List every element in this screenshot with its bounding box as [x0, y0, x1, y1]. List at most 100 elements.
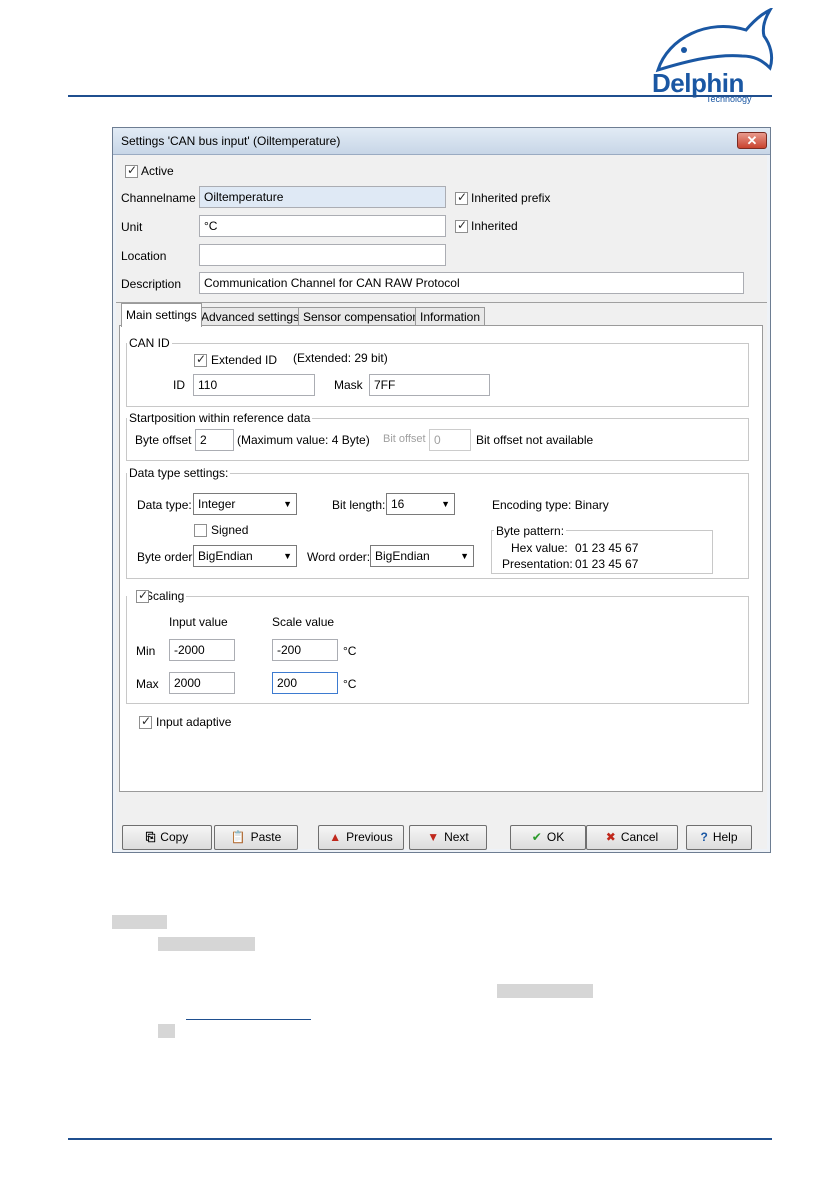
paste-label: Paste: [250, 830, 282, 844]
byte-offset-input[interactable]: 2: [195, 429, 234, 451]
startposition-title: Startposition within reference data: [127, 411, 313, 425]
placeholder-block: [158, 937, 255, 951]
bit-offset-input: 0: [429, 429, 471, 451]
title-bar: Settings 'CAN bus input' (Oiltemperature…: [113, 128, 770, 155]
min-label: Min: [136, 644, 156, 658]
max-input-value[interactable]: 2000: [169, 672, 235, 694]
tab-advanced-settings[interactable]: Advanced settings: [196, 307, 305, 326]
inherited-prefix-label: Inherited prefix: [471, 191, 551, 205]
data-type-label: Data type:: [137, 498, 192, 512]
byte-pattern-group: Byte pattern: Hex value: 01 23 45 67 Pre…: [491, 524, 713, 574]
check-icon: ✓: [457, 190, 468, 204]
byte-offset-label: Byte offset: [135, 433, 192, 447]
cancel-button[interactable]: ✖ Cancel: [586, 825, 678, 850]
byte-pattern-title: Byte pattern:: [494, 524, 567, 538]
mask-input[interactable]: 7FF: [369, 374, 490, 396]
scaling-group: Scaling ✓ Input value Scale value Min -2…: [126, 588, 749, 704]
extended-id-label: Extended ID: [211, 353, 278, 367]
min-input-value[interactable]: -2000: [169, 639, 235, 661]
help-label: Help: [712, 830, 738, 844]
can-id-title: CAN ID: [127, 336, 172, 350]
unit-input[interactable]: °C: [199, 215, 446, 237]
signed-label: Signed: [211, 523, 249, 537]
bit-offset-label: Bit offset: [383, 433, 426, 445]
id-input[interactable]: 110: [193, 374, 315, 396]
tab-main-settings[interactable]: Main settings: [121, 303, 202, 327]
dialog-client: ✓ Active Channelname Oiltemperature ✓ In…: [116, 155, 767, 850]
chevron-down-icon: ▼: [460, 551, 469, 561]
presentation-value: 01 23 45 67: [575, 557, 639, 571]
startposition-group: Startposition within reference data Byte…: [126, 411, 749, 461]
min-unit: °C: [343, 644, 357, 658]
encoding-type: Encoding type: Binary: [492, 498, 609, 512]
extended-note: (Extended: 29 bit): [293, 351, 388, 365]
input-adaptive-checkbox[interactable]: ✓: [139, 714, 152, 729]
inherited-prefix-checkbox[interactable]: ✓: [455, 190, 468, 205]
byte-order-select[interactable]: BigEndian ▼: [193, 545, 297, 567]
chevron-down-icon: ▼: [441, 499, 450, 509]
description-input[interactable]: Communication Channel for CAN RAW Protoc…: [199, 272, 744, 294]
hex-value: 01 23 45 67: [575, 541, 639, 555]
placeholder-block: [497, 984, 593, 998]
max-scale-value[interactable]: 200: [272, 672, 338, 694]
tab-information[interactable]: Information: [415, 307, 486, 326]
channelname-input[interactable]: Oiltemperature: [199, 186, 446, 208]
chevron-down-icon: ▼: [283, 551, 292, 561]
question-icon: ?: [700, 830, 708, 844]
data-type-group: Data type settings: Data type: Integer ▼ …: [126, 466, 749, 579]
settings-dialog: Settings 'CAN bus input' (Oiltemperature…: [112, 127, 771, 853]
word-order-select[interactable]: BigEndian ▼: [370, 545, 474, 567]
link-underline: [186, 1019, 311, 1020]
unit-label: Unit: [121, 220, 143, 234]
arrow-down-icon: ▼: [427, 830, 440, 844]
active-checkbox[interactable]: ✓: [125, 163, 138, 178]
min-scale-value[interactable]: -200: [272, 639, 338, 661]
byte-order-label: Byte order:: [137, 550, 196, 564]
ok-label: OK: [546, 830, 565, 844]
previous-label: Previous: [346, 830, 393, 844]
check-icon: ✓: [196, 352, 207, 366]
input-value-header: Input value: [169, 615, 228, 629]
check-icon: ✓: [141, 714, 152, 728]
ok-button[interactable]: ✔ OK: [510, 825, 586, 850]
footer-rule: [68, 1138, 772, 1140]
bit-offset-note: Bit offset not available: [476, 433, 594, 447]
bit-length-value: 16: [391, 497, 405, 511]
word-order-label: Word order:: [307, 550, 371, 564]
copy-label: Copy: [160, 830, 189, 844]
cancel-label: Cancel: [620, 830, 659, 844]
close-button[interactable]: ✕: [737, 132, 767, 149]
previous-button[interactable]: ▲ Previous: [318, 825, 404, 850]
check-icon: ✓: [127, 163, 138, 177]
tab-sensor-compensation[interactable]: Sensor compensation: [298, 307, 425, 326]
max-label: Max: [136, 677, 159, 691]
paste-button[interactable]: 📋 Paste: [214, 825, 298, 850]
signed-checkbox[interactable]: [194, 524, 207, 537]
scaling-checkbox[interactable]: ✓: [136, 588, 149, 603]
data-type-select[interactable]: Integer ▼: [193, 493, 297, 515]
next-button[interactable]: ▼ Next: [409, 825, 487, 850]
bit-length-label: Bit length:: [332, 498, 386, 512]
hex-label: Hex value:: [511, 541, 568, 555]
separator: [116, 302, 767, 303]
inherited-checkbox[interactable]: ✓: [455, 218, 468, 233]
checkmark-icon: ✔: [531, 830, 542, 844]
bit-length-select[interactable]: 16 ▼: [386, 493, 455, 515]
data-type-value: Integer: [198, 497, 236, 511]
main-settings-panel: CAN ID ✓ Extended ID (Extended: 29 bit) …: [119, 325, 763, 792]
byte-offset-note: (Maximum value: 4 Byte): [237, 433, 370, 447]
arrow-up-icon: ▲: [329, 830, 342, 844]
inherited-label: Inherited: [471, 219, 518, 233]
copy-button[interactable]: ⎘ Copy: [122, 825, 212, 850]
location-input[interactable]: [199, 244, 446, 266]
input-adaptive-label: Input adaptive: [156, 715, 232, 729]
check-icon: ✓: [457, 218, 468, 232]
data-type-title: Data type settings:: [127, 466, 231, 480]
extended-id-checkbox[interactable]: ✓: [194, 352, 207, 367]
max-unit: °C: [343, 677, 357, 691]
channelname-label: Channelname: [121, 191, 196, 205]
placeholder-block: [158, 1024, 175, 1038]
help-button[interactable]: ? Help: [686, 825, 752, 850]
presentation-label: Presentation:: [502, 557, 573, 571]
active-label: Active: [141, 164, 174, 178]
